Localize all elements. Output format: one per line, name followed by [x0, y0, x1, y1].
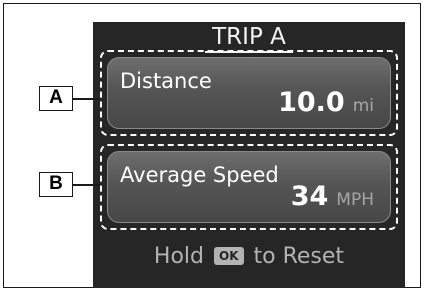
callout-leader-b — [73, 184, 100, 186]
distance-value: 10.0 — [278, 87, 345, 118]
reset-instruction-prefix: Hold — [153, 244, 205, 269]
average-speed-label: Average Speed — [120, 163, 279, 187]
trip-title: TRIP A — [212, 24, 286, 50]
distance-label: Distance — [120, 69, 212, 93]
callout-label-b: B — [39, 172, 73, 197]
callout-label-a: A — [39, 86, 73, 111]
distance-panel: Distance 10.0 mi — [107, 57, 391, 129]
ok-button-icon: OK — [214, 247, 244, 265]
distance-unit: mi — [352, 96, 374, 116]
distance-value-group: 10.0 mi — [278, 87, 374, 122]
average-speed-value: 34 — [290, 181, 329, 212]
average-speed-value-group: 34 MPH — [291, 181, 374, 216]
average-speed-unit: MPH — [336, 190, 374, 210]
reset-instruction-suffix: to Reset — [253, 244, 345, 269]
callout-leader-a — [73, 98, 100, 100]
average-speed-panel: Average Speed 34 MPH — [107, 151, 391, 223]
reset-instruction: Hold OK to Reset — [93, 242, 405, 272]
